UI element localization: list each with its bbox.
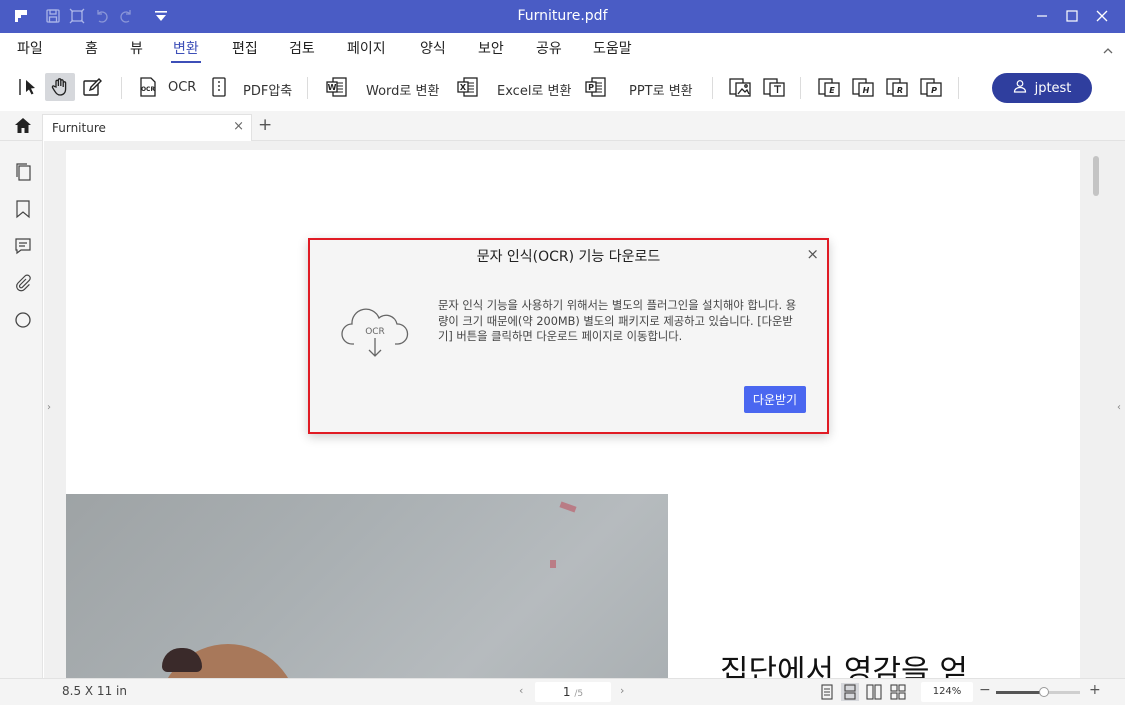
expand-right-panel-icon[interactable]: ‹ [1117, 402, 1121, 413]
page-size-label: 8.5 X 11 in [62, 684, 127, 698]
user-account-button[interactable]: jptest [992, 73, 1092, 103]
select-tool-icon[interactable] [15, 73, 41, 101]
svg-text:X: X [460, 83, 467, 92]
word-convert-icon[interactable]: W [324, 73, 350, 101]
menu-review[interactable]: 검토 [289, 38, 315, 58]
menu-bar: 파일 홈 뷰 변환 편집 검토 페이지 양식 보안 공유 도움말 [0, 33, 1125, 65]
menu-convert[interactable]: 변환 [171, 38, 201, 63]
ocr-download-dialog: 문자 인식(OCR) 기능 다운로드 × OCR 문자 인식 기능을 사용하기 … [308, 238, 829, 434]
compress-pdf-icon[interactable] [207, 73, 231, 101]
collapse-ribbon-icon[interactable] [1103, 44, 1113, 59]
menu-form[interactable]: 양식 [420, 38, 446, 58]
toolbar-divider [958, 77, 959, 99]
menu-home[interactable]: 홈 [85, 38, 98, 58]
svg-text:H: H [863, 86, 870, 95]
toolbar-divider [800, 77, 801, 99]
comment-icon[interactable] [13, 236, 33, 256]
tab-furniture[interactable]: Furniture × [42, 114, 252, 141]
svg-text:P: P [588, 83, 594, 92]
image-convert-icon[interactable] [727, 73, 753, 101]
page-heading: 집단에서 영감을 얻 [720, 654, 968, 678]
dialog-message: 문자 인식 기능을 사용하기 위해서는 별도의 플러그인을 설치해야 합니다. … [438, 299, 797, 343]
pdfa-convert-icon[interactable]: P [918, 73, 944, 101]
menu-edit[interactable]: 편집 [232, 38, 258, 58]
home-icon[interactable] [14, 117, 32, 138]
ribbon-toolbar: OCR OCR PDF압축 W Word로 변환 X Excel로 변환 P P… [0, 65, 1125, 111]
menu-security[interactable]: 보안 [478, 38, 504, 58]
zoom-slider-knob[interactable] [1039, 687, 1049, 697]
new-tab-icon[interactable]: + [258, 115, 272, 135]
compress-pdf-label[interactable]: PDF압축 [243, 80, 292, 99]
prev-page-icon[interactable]: ‹ [519, 684, 523, 697]
left-side-panel [0, 141, 43, 678]
close-icon[interactable] [1091, 5, 1113, 27]
svg-text:OCR: OCR [141, 86, 156, 93]
html-convert-icon[interactable]: H [850, 73, 876, 101]
toolbar-divider [712, 77, 713, 99]
zoom-slider[interactable] [996, 687, 1080, 697]
page-number-input[interactable]: 1 /5 [535, 682, 611, 702]
photo-detail [559, 501, 577, 513]
rtf-convert-icon[interactable]: R [884, 73, 910, 101]
title-bar: Furniture.pdf [0, 0, 1125, 33]
document-tab-bar: Furniture × + [0, 111, 1125, 141]
single-page-view-icon[interactable] [818, 683, 836, 701]
hand-tool-icon[interactable] [45, 73, 75, 101]
status-bar: 8.5 X 11 in ‹ 1 /5 › 124% − + [0, 678, 1125, 705]
two-page-view-icon[interactable] [865, 683, 883, 701]
photo-detail [550, 560, 556, 568]
maximize-icon[interactable] [1061, 5, 1083, 27]
menu-file[interactable]: 파일 [17, 38, 43, 58]
svg-text:R: R [897, 86, 903, 95]
epub-convert-icon[interactable]: E [816, 73, 842, 101]
zoom-level-field[interactable]: 124% [921, 682, 973, 702]
continuous-view-icon[interactable] [841, 683, 859, 701]
menu-page[interactable]: 페이지 [347, 38, 386, 58]
tab-close-icon[interactable]: × [233, 119, 244, 134]
svg-text:E: E [829, 86, 835, 95]
download-button[interactable]: 다운받기 [744, 386, 806, 413]
toolbar-divider [307, 77, 308, 99]
toolbar-divider [121, 77, 122, 99]
zoom-out-icon[interactable]: − [979, 682, 991, 698]
page-photo [66, 494, 668, 678]
edit-tool-icon[interactable] [79, 73, 105, 101]
ocr-icon[interactable]: OCR [136, 73, 160, 101]
tab-label: Furniture [52, 121, 106, 135]
cloud-download-icon: OCR [340, 304, 410, 368]
word-convert-label[interactable]: Word로 변환 [366, 80, 439, 99]
ppt-convert-label[interactable]: PPT로 변환 [629, 80, 693, 99]
ocr-button-label[interactable]: OCR [168, 80, 196, 95]
svg-text:W: W [328, 83, 337, 92]
dialog-close-icon[interactable]: × [806, 245, 819, 263]
svg-text:P: P [931, 86, 937, 95]
vertical-scrollbar[interactable] [1093, 156, 1099, 196]
zoom-slider-fill [996, 691, 1044, 694]
ppt-convert-icon[interactable]: P [583, 73, 609, 101]
user-icon [1013, 79, 1027, 97]
attachment-icon[interactable] [13, 273, 33, 293]
expand-left-panel-icon[interactable]: › [47, 402, 51, 413]
search-panel-icon[interactable] [13, 310, 33, 330]
thumbnails-icon[interactable] [13, 162, 33, 182]
menu-share[interactable]: 공유 [536, 38, 562, 58]
menu-view[interactable]: 뷰 [130, 38, 143, 58]
menu-help[interactable]: 도움말 [593, 38, 632, 58]
current-page: 1 [562, 685, 571, 699]
window-title: Furniture.pdf [517, 8, 608, 24]
total-pages: /5 [574, 689, 584, 699]
cloud-icon-text: OCR [365, 327, 385, 337]
bookmark-icon[interactable] [13, 199, 33, 219]
text-convert-icon[interactable] [761, 73, 787, 101]
dialog-title: 문자 인식(OCR) 기능 다운로드 [476, 249, 661, 265]
excel-convert-label[interactable]: Excel로 변환 [497, 80, 571, 99]
zoom-in-icon[interactable]: + [1089, 682, 1101, 698]
next-page-icon[interactable]: › [620, 684, 624, 697]
minimize-icon[interactable] [1031, 5, 1053, 27]
user-name: jptest [1034, 80, 1072, 96]
excel-convert-icon[interactable]: X [455, 73, 481, 101]
grid-view-icon[interactable] [889, 683, 907, 701]
